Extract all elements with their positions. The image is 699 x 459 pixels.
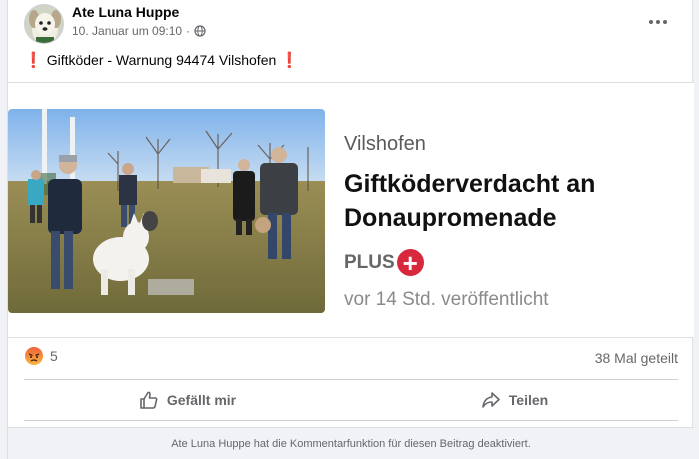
post-meta: 10. Januar um 09:10 · xyxy=(72,24,206,38)
share-arrow-icon xyxy=(481,392,500,408)
like-label: Gefällt mir xyxy=(166,392,237,408)
link-preview-image[interactable] xyxy=(8,109,325,313)
thumbs-up-icon xyxy=(140,391,158,409)
angry-reaction-icon xyxy=(25,347,43,365)
share-count[interactable]: 38 Mal geteilt xyxy=(595,350,678,366)
red-exclamation-icon: ❗ xyxy=(24,52,43,69)
author-avatar[interactable] xyxy=(24,4,64,44)
post-timestamp[interactable]: 10. Januar um 09:10 xyxy=(72,24,182,38)
reaction-summary[interactable]: 5 xyxy=(24,346,58,366)
author-name[interactable]: Ate Luna Huppe xyxy=(72,4,179,20)
more-dot xyxy=(663,20,667,24)
post-card: Ate Luna Huppe 10. Januar um 09:10 · ❗ G… xyxy=(7,0,694,459)
share-label: Teilen xyxy=(508,392,549,408)
meta-separator: · xyxy=(186,24,191,38)
plus-badge: PLUS + xyxy=(344,249,424,276)
red-exclamation-icon: ❗ xyxy=(280,52,299,69)
link-preview-card[interactable]: Vilshofen Giftköderverdacht an Donauprom… xyxy=(8,82,694,338)
link-title[interactable]: Giftköderverdacht an Donaupromenade xyxy=(344,167,674,235)
more-dot xyxy=(656,20,660,24)
link-published-time: vor 14 Std. veröffentlicht xyxy=(344,289,549,310)
news-photo-dogs-park xyxy=(8,109,325,313)
divider xyxy=(24,420,678,421)
plus-label: PLUS xyxy=(344,251,395,273)
post-header: Ate Luna Huppe 10. Januar um 09:10 · xyxy=(8,0,694,48)
link-source-city: Vilshofen xyxy=(344,133,426,155)
post-text-body: Giftköder - Warnung 94474 Vilshofen xyxy=(46,52,277,68)
plus-icon: + xyxy=(396,249,424,276)
reaction-count: 5 xyxy=(50,348,58,364)
post-stats: 5 38 Mal geteilt xyxy=(24,346,678,368)
comments-disabled-notice: Ate Luna Huppe hat die Kommentarfunktion… xyxy=(8,427,694,459)
more-dot xyxy=(649,20,653,24)
share-button[interactable]: Teilen xyxy=(351,381,678,419)
post-text: ❗ Giftköder - Warnung 94474 Vilshofen ❗ xyxy=(24,51,299,69)
globe-icon xyxy=(194,25,206,37)
dog-avatar-icon xyxy=(25,5,63,43)
like-button[interactable]: Gefällt mir xyxy=(24,381,351,419)
more-options-button[interactable] xyxy=(642,10,674,34)
divider xyxy=(24,379,678,380)
post-actions: Gefällt mir Teilen xyxy=(24,381,678,419)
